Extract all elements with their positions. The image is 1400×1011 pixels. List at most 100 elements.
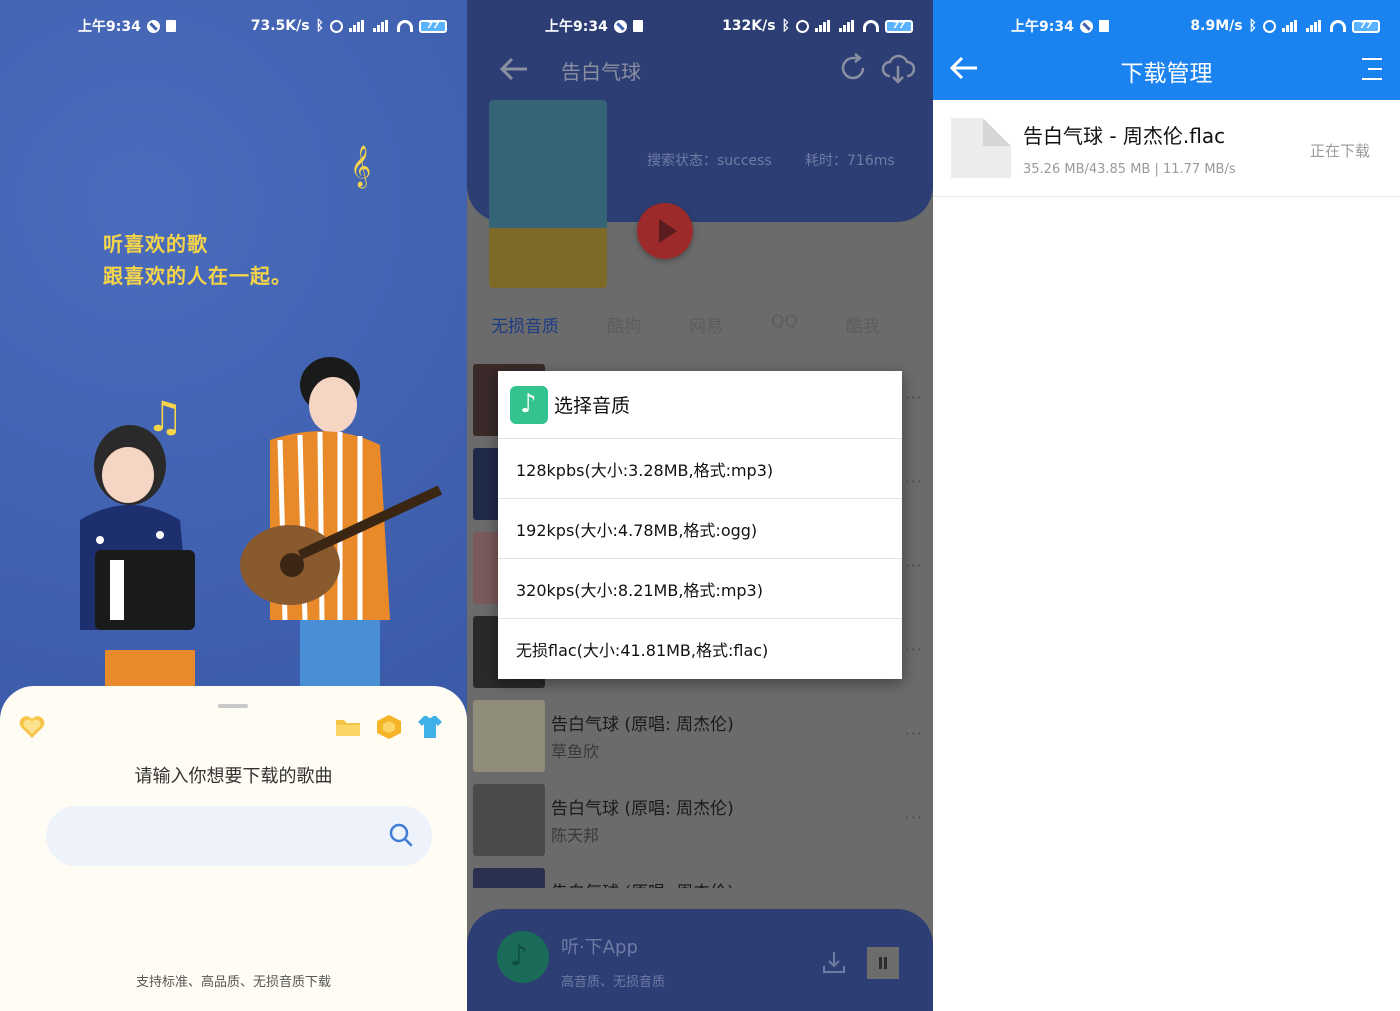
- list-item[interactable]: 告白气球 (原唱: 周杰伦) 草鱼欣 ···: [473, 700, 933, 772]
- tshirt-icon[interactable]: [416, 714, 444, 740]
- status-bar: 上午9:34 132K/s ᛒ 77: [467, 0, 933, 52]
- tab-netease[interactable]: 网易: [689, 312, 723, 337]
- status-time: 上午9:34: [1011, 19, 1074, 35]
- song-thumbnail: [473, 784, 545, 856]
- music-note-icon: 𝄞: [350, 146, 372, 187]
- mini-player[interactable]: 听·下App 高音质、无损音质: [467, 909, 933, 1011]
- pause-button[interactable]: [867, 947, 899, 979]
- search-input[interactable]: [70, 820, 370, 852]
- heart-icon[interactable]: [18, 714, 46, 740]
- source-tabs: 无损音质 酷狗 网易 QQ 酷我: [491, 312, 880, 337]
- battery-icon: 77: [885, 19, 913, 33]
- net-speed: 73.5K/s: [250, 18, 310, 34]
- net-speed: 132K/s: [722, 18, 776, 34]
- page-title: 下载管理: [1120, 61, 1213, 87]
- download-item[interactable]: 告白气球 - 周杰伦.flac 35.26 MB/43.85 MB | 11.7…: [933, 100, 1400, 197]
- refresh-icon[interactable]: [837, 52, 869, 84]
- download-icon[interactable]: [821, 949, 847, 975]
- song-toolbar: 告白气球: [467, 52, 933, 86]
- wifi-icon: [397, 20, 413, 32]
- quality-option-128[interactable]: 128kpbs(大小:3.28MB,格式:mp3): [498, 439, 902, 499]
- more-icon[interactable]: ···: [905, 556, 923, 575]
- quality-dialog: 选择音质 128kpbs(大小:3.28MB,格式:mp3) 192kps(大小…: [498, 371, 902, 679]
- bluetooth-icon: ᛒ: [315, 18, 324, 34]
- signal-icon-2: [839, 20, 857, 32]
- mini-player-title: 听·下App: [561, 937, 638, 958]
- status-time: 上午9:34: [78, 19, 141, 35]
- search-icon[interactable]: [388, 822, 414, 848]
- more-icon[interactable]: ···: [905, 808, 923, 827]
- download-progress-text: 35.26 MB/43.85 MB | 11.77 MB/s: [1023, 162, 1236, 177]
- trash-icon: [1098, 20, 1109, 32]
- net-speed: 8.9M/s: [1190, 18, 1243, 34]
- file-icon: [951, 118, 1011, 178]
- search-box[interactable]: [46, 806, 432, 866]
- mini-player-subtitle: 高音质、无损音质: [561, 975, 666, 990]
- more-icon[interactable]: ···: [905, 724, 923, 743]
- disc-icon: [497, 931, 549, 983]
- download-manager-screen: 上午9:34 8.9M/s ᛒ 77 下载管理 告白气球 - 周杰伦.flac …: [933, 0, 1400, 1011]
- song-result-title: 告白气球 (原唱: 周杰伦): [551, 878, 734, 888]
- trash-icon: [165, 20, 176, 32]
- tagline-line-2: 跟喜欢的人在一起。: [103, 264, 292, 288]
- tab-lossless[interactable]: 无损音质: [491, 312, 559, 337]
- tab-qq[interactable]: QQ: [771, 312, 798, 337]
- more-icon[interactable]: ···: [905, 472, 923, 491]
- status-bar: 上午9:34 73.5K/s ᛒ 77: [0, 0, 467, 52]
- status-bar: 上午9:34 8.9M/s ᛒ 77: [933, 0, 1400, 52]
- song-title: 告白气球: [561, 60, 641, 84]
- back-arrow-icon[interactable]: [499, 56, 529, 82]
- couple-illustration: [80, 357, 443, 710]
- folder-icon[interactable]: [334, 714, 362, 740]
- play-button[interactable]: [637, 203, 693, 259]
- list-item[interactable]: 告白气球 (原唱: 周杰伦): [473, 868, 933, 888]
- signal-icon-2: [373, 20, 391, 32]
- menu-icon[interactable]: [1360, 56, 1384, 82]
- battery-icon: 77: [1352, 19, 1380, 33]
- dnd-icon: [613, 19, 627, 33]
- alarm-icon: [330, 19, 343, 33]
- signal-icon: [815, 20, 833, 32]
- download-file-name: 告白气球 - 周杰伦.flac: [1023, 124, 1226, 148]
- dialog-header: 选择音质: [498, 371, 902, 439]
- tab-kuwo[interactable]: 酷我: [846, 312, 880, 337]
- quality-option-192[interactable]: 192kps(大小:4.78MB,格式:ogg): [498, 499, 902, 559]
- dnd-icon: [1079, 19, 1093, 33]
- sheet-drag-handle[interactable]: [218, 704, 248, 708]
- screenshot-stage: 上午9:34 73.5K/s ᛒ 77 𝄞 ♫ 听喜欢的歌 跟喜欢的人在一起。: [0, 0, 1400, 1011]
- song-result-title: 告白气球 (原唱: 周杰伦): [551, 799, 734, 819]
- dialog-title: 选择音质: [554, 395, 631, 417]
- alarm-icon: [1263, 19, 1276, 33]
- cloud-download-icon[interactable]: [881, 52, 915, 84]
- support-text: 支持标准、高品质、无损音质下载: [135, 975, 331, 990]
- song-thumbnail: [473, 868, 545, 888]
- song-result-title: 告白气球 (原唱: 周杰伦): [551, 715, 734, 735]
- more-icon[interactable]: ···: [905, 388, 923, 407]
- wifi-icon: [863, 20, 879, 32]
- download-status: 正在下载: [1309, 142, 1370, 160]
- tab-kugou[interactable]: 酷狗: [607, 312, 641, 337]
- search-status: 搜索状态：success: [647, 153, 772, 169]
- list-item[interactable]: 告白气球 (原唱: 周杰伦) 陈天邦 ···: [473, 784, 933, 856]
- signal-icon-2: [1306, 20, 1324, 32]
- hexagon-icon[interactable]: [375, 714, 403, 740]
- search-prompt: 请输入你想要下载的歌曲: [134, 766, 333, 787]
- search-sheet: 请输入你想要下载的歌曲 支持标准、高品质、无损音质下载: [0, 686, 467, 1011]
- battery-icon: 77: [419, 19, 447, 33]
- bluetooth-icon: ᛒ: [1248, 18, 1257, 34]
- bluetooth-icon: ᛒ: [781, 18, 790, 34]
- quality-option-320[interactable]: 320kps(大小:8.21MB,格式:mp3): [498, 559, 902, 619]
- song-thumbnail: [473, 700, 545, 772]
- more-icon[interactable]: ···: [905, 640, 923, 659]
- search-results-screen: 上午9:34 132K/s ᛒ 77 告白气球 搜索状态：success 耗时：…: [467, 0, 933, 1011]
- status-time: 上午9:34: [545, 19, 608, 35]
- wifi-icon: [1330, 20, 1346, 32]
- trash-icon: [632, 20, 643, 32]
- home-screen: 上午9:34 73.5K/s ᛒ 77 𝄞 ♫ 听喜欢的歌 跟喜欢的人在一起。: [0, 0, 467, 1011]
- album-cover: [489, 100, 607, 288]
- tagline-line-1: 听喜欢的歌: [103, 232, 208, 256]
- home-tagline: 听喜欢的歌 跟喜欢的人在一起。: [103, 228, 292, 292]
- signal-icon: [1282, 20, 1300, 32]
- time-cost: 耗时：716ms: [805, 153, 895, 169]
- quality-option-flac[interactable]: 无损flac(大小:41.81MB,格式:flac): [498, 619, 902, 679]
